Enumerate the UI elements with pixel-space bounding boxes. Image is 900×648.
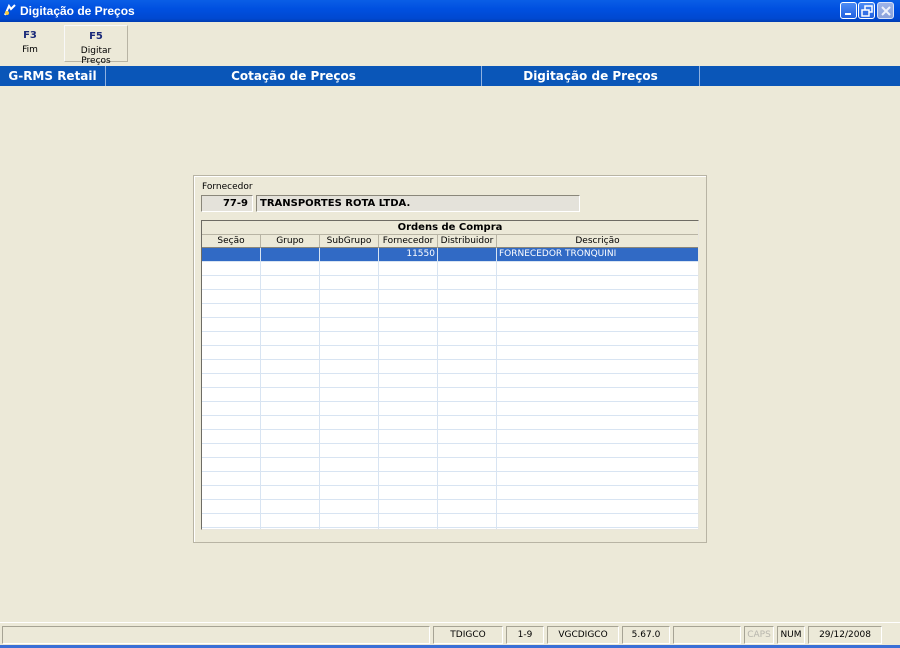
close-button[interactable] <box>877 2 894 19</box>
col-header-grupo[interactable]: Grupo <box>261 235 320 248</box>
grid-title: Ordens de Compra <box>202 221 698 235</box>
grid-line <box>378 248 379 529</box>
digitar-precos-label: Digitar Preços <box>80 46 112 66</box>
toolbar: F3 Fim F5 Digitar Preços <box>0 22 900 66</box>
supplier-name-field[interactable]: TRANSPORTES ROTA LTDA. <box>256 195 580 212</box>
status-date: 29/12/2008 <box>808 626 882 644</box>
restore-button[interactable] <box>858 2 875 19</box>
table-row[interactable] <box>202 472 698 486</box>
table-row[interactable] <box>202 514 698 528</box>
table-row[interactable] <box>202 346 698 360</box>
cell-descricao: FORNECEDOR TRONQUINI <box>499 249 617 259</box>
table-row[interactable] <box>202 318 698 332</box>
table-row[interactable] <box>202 416 698 430</box>
status-message <box>2 626 430 644</box>
grid-line <box>260 248 261 529</box>
col-header-fornecedor[interactable]: Fornecedor <box>379 235 438 248</box>
status-version: 5.67.0 <box>622 626 670 644</box>
table-row[interactable]: 11550 FORNECEDOR TRONQUINI <box>202 248 698 262</box>
table-row[interactable] <box>202 486 698 500</box>
window-title-bar[interactable]: Digitação de Preços <box>0 0 900 22</box>
cell-subgrupo <box>322 248 376 262</box>
table-row[interactable] <box>202 332 698 346</box>
table-row[interactable] <box>202 276 698 290</box>
close-icon <box>881 6 891 16</box>
purchase-orders-grid[interactable]: Ordens de Compra Seção Grupo SubGrupo Fo… <box>201 220 699 530</box>
cell-distribuidor <box>440 248 494 262</box>
nav-digitacao-de-precos[interactable]: Digitação de Preços <box>482 66 700 86</box>
restore-icon <box>861 5 873 17</box>
status-module: VGCDIGCO <box>547 626 619 644</box>
table-row[interactable] <box>202 304 698 318</box>
supplier-code-field[interactable]: 77-9 <box>201 195 253 212</box>
table-row[interactable] <box>202 500 698 514</box>
minimize-icon <box>845 13 851 15</box>
fim-label: Fim <box>22 45 38 55</box>
cell-grupo <box>263 248 317 262</box>
digitar-precos-key: F5 <box>89 31 103 42</box>
grid-line <box>437 248 438 529</box>
table-row[interactable] <box>202 262 698 276</box>
table-row[interactable] <box>202 388 698 402</box>
table-row[interactable] <box>202 444 698 458</box>
num-indicator: NUM <box>777 626 805 644</box>
nav-g-rms-retail[interactable]: G-RMS Retail <box>0 66 106 86</box>
table-row[interactable] <box>202 290 698 304</box>
col-header-distribuidor[interactable]: Distribuidor <box>438 235 497 248</box>
cell-fornecedor: 11550 <box>406 249 435 259</box>
col-header-secao[interactable]: Seção <box>202 235 261 248</box>
nav-cotacao-de-precos[interactable]: Cotação de Preços <box>106 66 482 86</box>
fim-key: F3 <box>23 30 37 41</box>
minimize-button[interactable] <box>840 2 857 19</box>
app-icon <box>4 3 16 16</box>
order-panel: Fornecedor 77-9 TRANSPORTES ROTA LTDA. O… <box>193 175 707 543</box>
grid-line <box>496 248 497 529</box>
status-program: TDIGCO <box>433 626 503 644</box>
fim-button[interactable]: F3 Fim <box>6 25 54 62</box>
supplier-label: Fornecedor <box>202 182 253 192</box>
col-header-subgrupo[interactable]: SubGrupo <box>320 235 379 248</box>
window-title: Digitação de Preços <box>20 4 135 18</box>
table-row[interactable] <box>202 374 698 388</box>
grid-line <box>319 248 320 529</box>
table-row[interactable] <box>202 360 698 374</box>
digitar-precos-button[interactable]: F5 Digitar Preços <box>64 25 128 66</box>
status-bar: TDIGCO 1-9 VGCDIGCO 5.67.0 CAPS NUM 29/1… <box>0 622 900 648</box>
table-row[interactable] <box>202 430 698 444</box>
caps-indicator: CAPS <box>744 626 774 644</box>
status-version-range: 1-9 <box>506 626 544 644</box>
status-blank <box>673 626 741 644</box>
col-header-descricao[interactable]: Descrição <box>497 235 698 248</box>
breadcrumb-bar: G-RMS Retail Cotação de Preços Digitação… <box>0 66 900 86</box>
cell-secao <box>204 248 258 262</box>
table-row[interactable] <box>202 458 698 472</box>
table-row[interactable] <box>202 402 698 416</box>
